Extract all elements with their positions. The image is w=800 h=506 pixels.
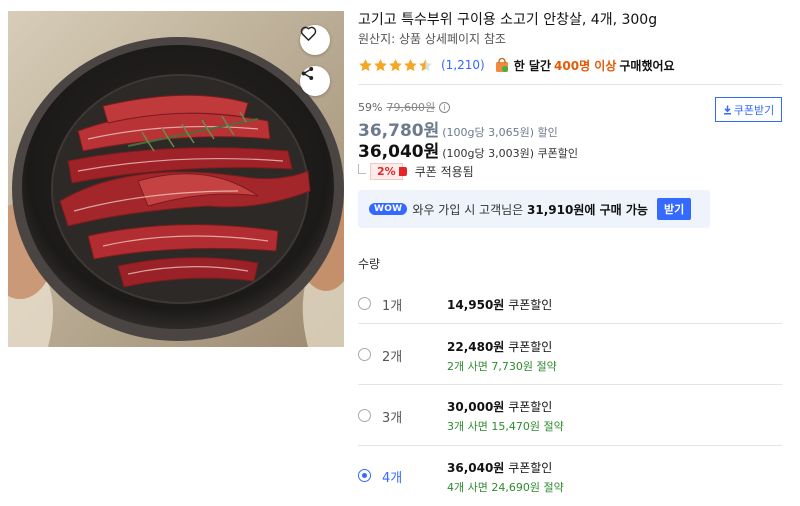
discount-rate: 59%	[358, 100, 383, 114]
quantity-option-2[interactable]: 2개 22,480원 쿠폰할인 2개 사면 7,730원 절약	[358, 324, 782, 385]
star-icon	[374, 58, 387, 71]
share-icon	[301, 67, 314, 80]
like-button[interactable]	[300, 25, 330, 55]
product-origin: 원산지: 상품 상세페이지 참조	[358, 32, 506, 46]
radio-button[interactable]	[358, 409, 371, 422]
discount-row: 59% 79,600원 i	[358, 99, 451, 115]
quantity-option-label: 3개	[382, 411, 403, 426]
half-star-icon	[419, 58, 432, 71]
coupon-percent-badge: 2%	[370, 163, 407, 180]
coupon-price-row: 36,040원 (100g당 3,003원) 쿠폰할인	[358, 137, 578, 162]
option-price-suffix: 쿠폰할인	[508, 400, 553, 414]
option-price-suffix: 쿠폰할인	[508, 461, 553, 475]
product-title: 고기고 특수부위 구이용 소고기 안창살, 4개, 300g	[358, 12, 658, 28]
coupon-unit-price: (100g당 3,003원) 쿠폰할인	[442, 147, 579, 160]
radio-button[interactable]	[358, 297, 371, 310]
star-icon	[359, 58, 372, 71]
quantity-option-label: 1개	[382, 299, 403, 314]
radio-button-selected[interactable]	[358, 469, 371, 482]
star-icon	[389, 58, 402, 71]
coupon-applied-row: 2% 쿠폰 적용됨	[358, 163, 474, 180]
product-image	[8, 11, 344, 347]
quantity-label: 수량	[358, 257, 381, 271]
star-icon	[404, 58, 417, 71]
quantity-option-savings: 2개 사면 7,730원 절약	[447, 360, 557, 373]
heart-icon	[300, 26, 317, 41]
quantity-option-4[interactable]: 4개 36,040원 쿠폰할인 4개 사면 24,690원 절약	[358, 446, 782, 506]
quantity-option-savings: 4개 사면 24,690원 절약	[447, 481, 564, 494]
option-price-value: 36,040원	[447, 461, 505, 475]
radio-button[interactable]	[358, 348, 371, 361]
coupon-download-button[interactable]: 쿠폰받기	[715, 97, 782, 122]
original-price: 79,600원	[386, 101, 436, 114]
divider	[358, 84, 782, 85]
option-price-suffix: 쿠폰할인	[508, 340, 553, 354]
review-count-link[interactable]: (1,210)	[441, 58, 485, 72]
wow-membership-banner: WOW 와우 가입 시 고객님은 31,910원에 구매 가능 받기	[358, 190, 710, 228]
tree-connector	[358, 163, 366, 174]
wow-badge: WOW	[369, 203, 408, 215]
wow-text: 와우 가입 시 고객님은 31,910원에 구매 가능	[412, 201, 648, 218]
wow-get-button[interactable]: 받기	[656, 198, 692, 220]
quantity-option-1[interactable]: 1개 14,950원 쿠폰할인	[358, 286, 782, 324]
purchase-count: 한 달간 400명 이상 구매했어요	[495, 57, 675, 74]
quantity-option-label: 4개	[382, 471, 403, 486]
beef-plate-illustration	[8, 11, 344, 347]
quantity-option-price: 36,040원 쿠폰할인	[447, 459, 552, 476]
coupon-price: 36,040원	[358, 142, 440, 162]
share-button[interactable]	[300, 66, 330, 96]
purchase-prefix: 한 달간	[513, 58, 552, 73]
option-price-value: 30,000원	[447, 400, 505, 414]
coupon-applied-text: 쿠폰 적용됨	[414, 165, 474, 179]
wow-text-prefix: 와우 가입 시 고객님은	[412, 202, 524, 217]
coupon-download-label: 쿠폰받기	[733, 103, 775, 117]
rating-row: (1,210) 한 달간 400명 이상 구매했어요	[358, 55, 675, 75]
quantity-option-savings: 3개 사면 15,470원 절약	[447, 420, 564, 433]
option-price-suffix: 쿠폰할인	[508, 298, 553, 312]
quantity-option-price: 22,480원 쿠폰할인	[447, 338, 552, 355]
purchase-suffix: 구매했어요	[619, 58, 675, 73]
quantity-option-3[interactable]: 3개 30,000원 쿠폰할인 3개 사면 15,470원 절약	[358, 385, 782, 446]
option-price-value: 14,950원	[447, 298, 505, 312]
download-icon	[723, 105, 731, 115]
shopping-bag-icon	[495, 57, 508, 72]
product-info: 고기고 특수부위 구이용 소고기 안창살, 4개, 300g 원산지: 상품 상…	[358, 0, 782, 506]
wow-price: 31,910원에 구매 가능	[527, 202, 648, 217]
quantity-option-price: 14,950원 쿠폰할인	[447, 296, 552, 313]
star-rating	[358, 58, 433, 73]
quantity-option-label: 2개	[382, 350, 403, 365]
option-price-value: 22,480원	[447, 340, 505, 354]
info-icon[interactable]: i	[439, 101, 451, 113]
quantity-option-price: 30,000원 쿠폰할인	[447, 398, 552, 415]
purchase-count-value: 400명 이상	[554, 58, 617, 73]
